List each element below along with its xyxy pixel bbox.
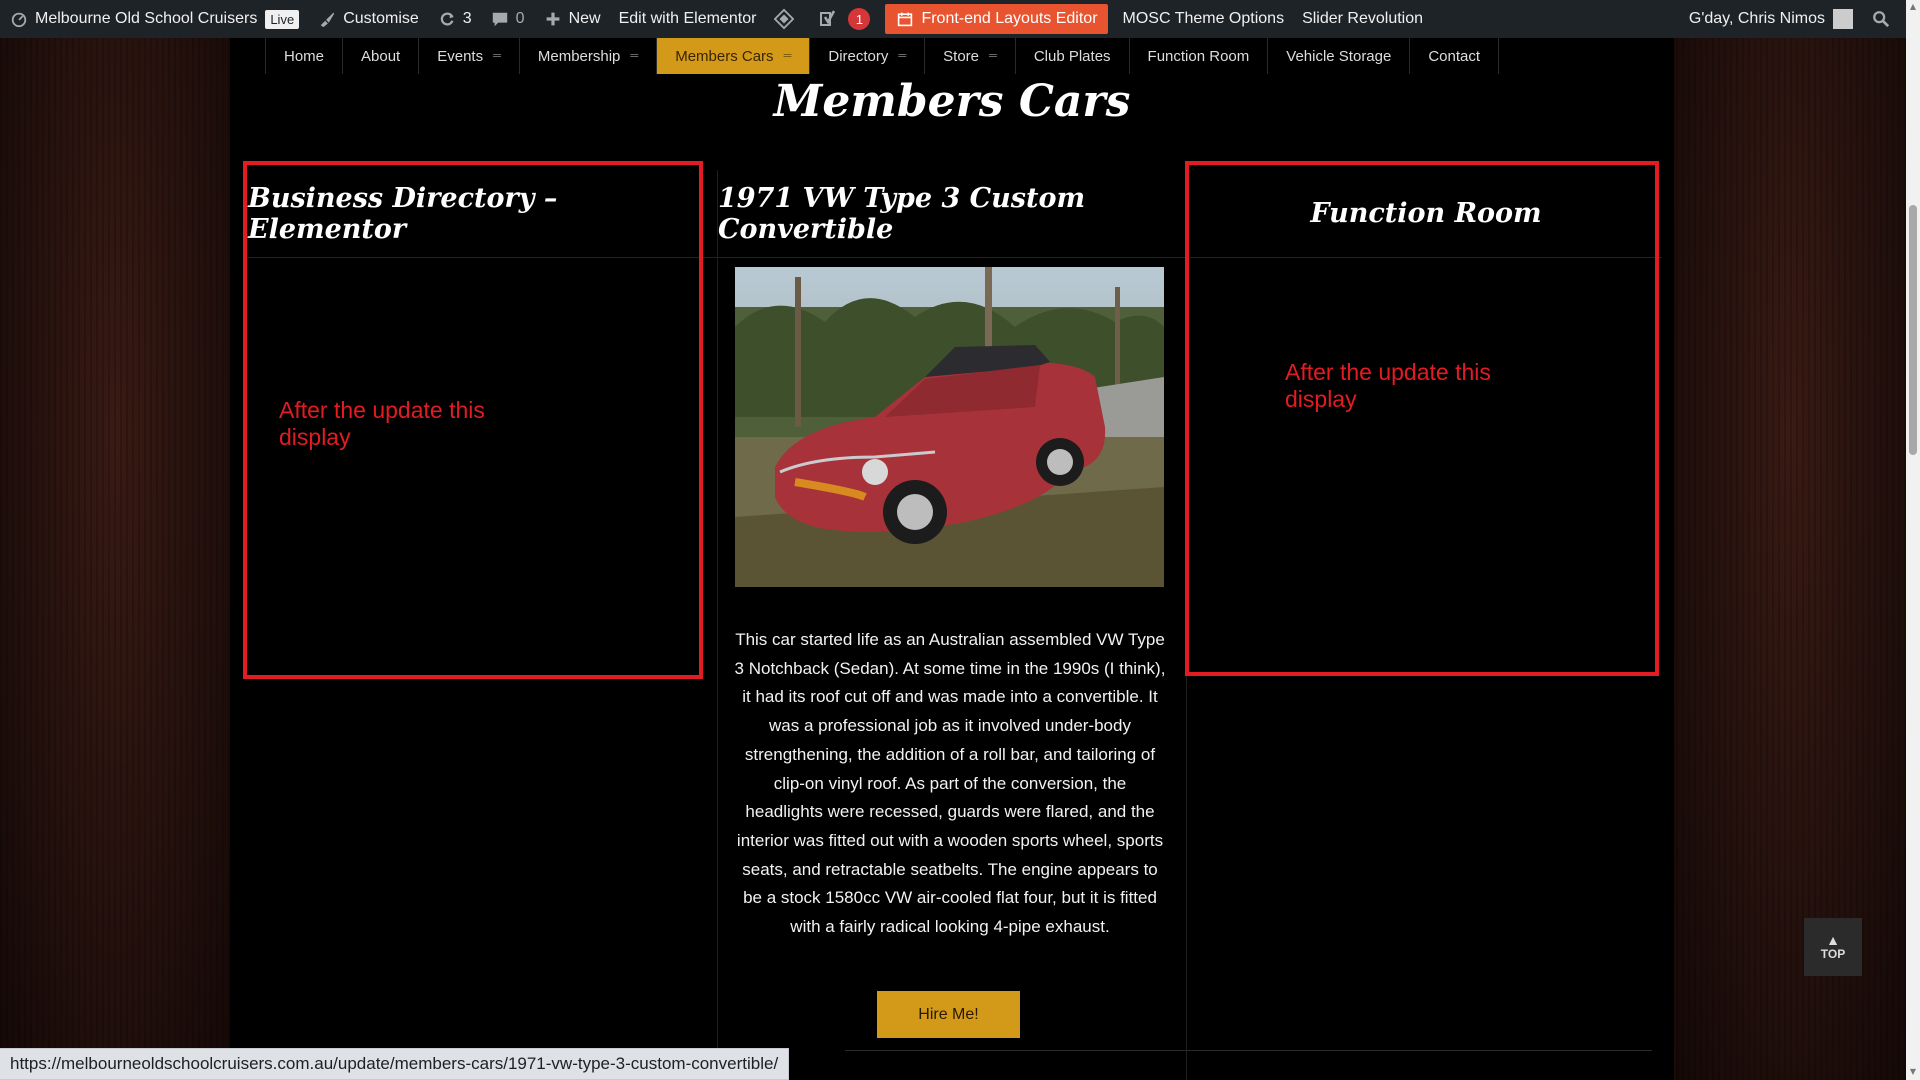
plus-icon [543,9,563,29]
nav-contact[interactable]: Contact [1409,38,1500,74]
dashboard-icon [9,9,29,29]
page-title: Members Cars [773,76,1131,127]
nav-directory[interactable]: Directory ═ [809,38,924,74]
site-name: Melbourne Old School Cruisers [35,10,258,27]
nav-vehicle-storage-label: Vehicle Storage [1286,47,1392,65]
nav-membership-label: Membership [537,47,621,65]
scrollbar[interactable]: ▲ ▼ [1906,0,1920,1080]
nav-members-cars[interactable]: Members Cars ═ [656,38,810,74]
car-description: This car started life as an Australian a… [734,630,1166,937]
scroll-down-icon[interactable]: ▼ [1908,1067,1918,1077]
nav-club-plates-label: Club Plates [1033,47,1111,65]
new-label: New [568,10,601,27]
edit-elementor-label: Edit with Elementor [618,10,757,27]
nav-events-label: Events [437,47,484,65]
annotation-box-right [1185,161,1659,676]
frontend-layouts-editor-label: Front-end Layouts Editor [921,10,1098,27]
yoast-link[interactable]: 1 [809,0,879,38]
edit-elementor-link[interactable]: Edit with Elementor [610,0,766,38]
theme-options-link[interactable]: MOSC Theme Options [1114,0,1294,38]
nav-store[interactable]: Store ═ [924,38,1015,74]
site-name-link[interactable]: Melbourne Old School Cruisers Live [0,0,308,38]
search-button[interactable] [1862,0,1906,38]
status-bar-url: https://melbourneoldschoolcruisers.com.a… [0,1048,790,1080]
nav-events[interactable]: Events ═ [418,38,519,74]
admin-bar: Melbourne Old School Cruisers Live Custo… [0,0,1906,38]
updates-link[interactable]: 3 [428,0,481,38]
nav-function-room[interactable]: Function Room [1128,38,1268,74]
calendar-icon [895,9,915,29]
nav-about[interactable]: About [342,38,418,74]
comment-icon [490,9,510,29]
top-label: TOP [1820,947,1846,961]
dropdown-icon: ═ [989,50,997,62]
nav-home[interactable]: Home [265,38,342,74]
search-icon [1871,9,1891,29]
nav-members-cars-label: Members Cars [675,47,774,65]
yoast-icon [818,9,838,29]
new-content-link[interactable]: New [534,0,610,38]
customise-label: Customise [343,10,419,27]
yoast-badge: 1 [848,8,871,30]
comments-link[interactable]: 0 [481,0,534,38]
refresh-icon [437,9,457,29]
live-badge: Live [265,9,300,29]
scroll-up-icon[interactable]: ▲ [1908,2,1918,12]
chevron-up-icon: ▲ [1826,932,1840,948]
nav-directory-label: Directory [828,47,889,65]
slider-revolution-link[interactable]: Slider Revolution [1293,0,1432,38]
nav-contact-label: Contact [1428,47,1481,65]
back-to-top-button[interactable]: ▲ TOP [1804,918,1862,976]
annotation-note-right: After the update this display [1285,359,1491,412]
account-menu[interactable]: G'day, Chris Nimos [1680,0,1862,38]
background-left [0,0,232,1080]
greeting: G'day, Chris Nimos [1688,10,1825,27]
diamond-icon [774,8,795,30]
diamond-plugin-link[interactable] [765,0,809,38]
dropdown-icon: ═ [630,50,639,62]
nav-club-plates[interactable]: Club Plates [1014,38,1129,74]
dropdown-icon: ═ [493,50,501,62]
divider [845,1050,1652,1051]
main-nav: Home About Events ═ Membership ═ Members C… [265,38,1500,74]
hire-me-button[interactable]: Hire Me! [877,991,1020,1038]
frontend-layouts-editor-button[interactable]: Front-end Layouts Editor [885,4,1108,34]
brush-icon [317,9,337,29]
nav-home-label: Home [284,47,325,65]
slider-revolution-label: Slider Revolution [1302,10,1424,27]
comments-count: 0 [515,10,525,27]
nav-membership[interactable]: Membership ═ [518,38,656,74]
vw-type3-title-text: 1971 VW Type 3 Custom Convertible [718,182,1086,245]
dropdown-icon: ═ [783,50,792,62]
nav-vehicle-storage[interactable]: Vehicle Storage [1267,38,1409,74]
vw-type3-title[interactable]: 1971 VW Type 3 Custom Convertible [718,170,1186,258]
updates-count: 3 [462,10,472,27]
theme-options-label: MOSC Theme Options [1122,10,1285,27]
avatar [1833,9,1853,29]
customise-link[interactable]: Customise [308,0,428,38]
background-right [1676,0,1906,1080]
annotation-note-left: After the update this display [279,397,485,450]
dropdown-icon: ═ [898,50,907,62]
scroll-thumb[interactable] [1909,205,1917,455]
nav-about-label: About [361,47,401,65]
nav-store-label: Store [943,47,980,65]
car-photo[interactable] [735,267,1164,587]
nav-function-room-label: Function Room [1147,47,1250,65]
